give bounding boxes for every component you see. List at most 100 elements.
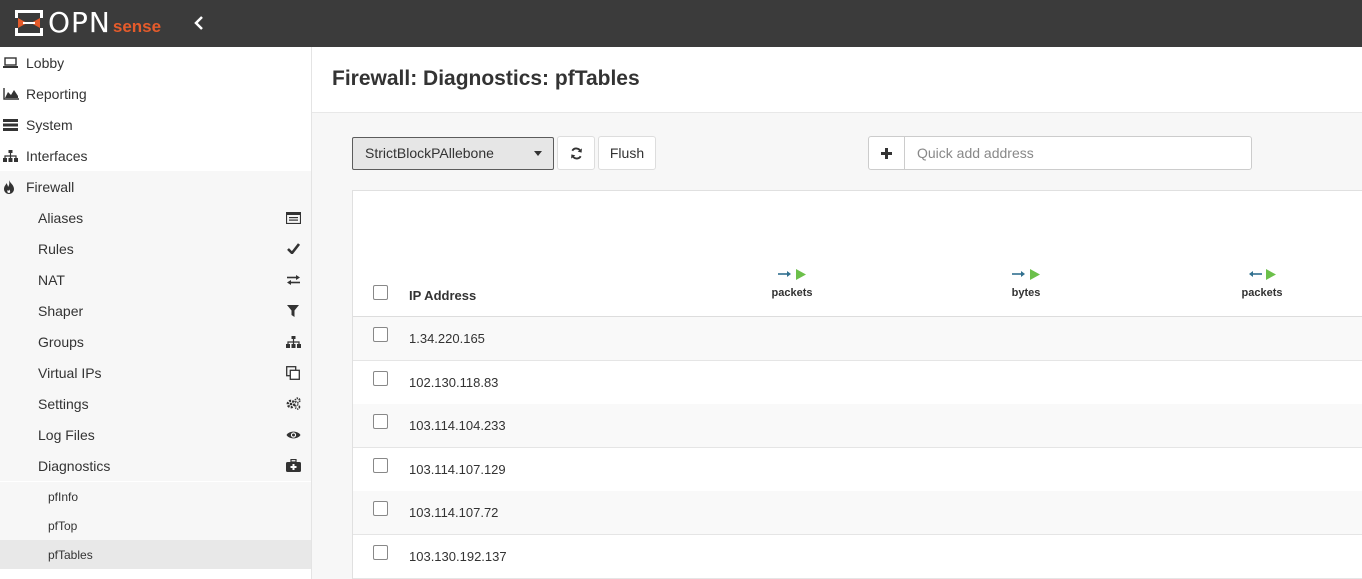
sidebar-item-firewall[interactable]: Firewall <box>0 171 311 202</box>
table-row: 103.130.192.137 <box>353 535 1362 579</box>
page-title: Firewall: Diagnostics: pfTables <box>332 67 640 90</box>
sidebar-item-label: Firewall <box>26 178 75 195</box>
sidebar-item-system[interactable]: System <box>0 109 311 140</box>
arrow-left-icon <box>1249 271 1262 277</box>
flush-button[interactable]: Flush <box>598 136 656 170</box>
sidebar-item-label: Lobby <box>26 54 65 71</box>
column-header-label: bytes <box>1011 287 1041 299</box>
sidebar-item-groups[interactable]: Groups <box>0 326 311 357</box>
sidebar-item-pftables[interactable]: pfTables <box>0 540 311 569</box>
sidebar: Lobby Reporting System Interfaces Firewa… <box>0 47 312 579</box>
sidebar-item-label: Rules <box>38 240 74 257</box>
table-header: IP Address packets bytes packets <box>353 191 1362 317</box>
ip-address-cell: 103.114.107.129 <box>409 462 506 477</box>
row-checkbox[interactable] <box>373 414 388 429</box>
area-chart-icon <box>0 87 26 100</box>
top-navbar: OPN sense <box>0 0 1362 47</box>
ip-address-cell: 1.34.220.165 <box>409 331 485 346</box>
ip-address-cell: 103.114.107.72 <box>409 505 499 520</box>
table-select-value: StrictBlockPAllebone <box>365 145 494 161</box>
sidebar-item-label: pfInfo <box>48 489 79 504</box>
check-icon <box>285 241 301 256</box>
arrow-right-icon <box>1012 271 1025 277</box>
sidebar-item-rules[interactable]: Rules <box>0 233 311 264</box>
exchange-icon <box>285 272 301 287</box>
column-header-label: packets <box>1241 287 1283 299</box>
fire-icon <box>0 179 26 194</box>
arrow-right-icon <box>778 271 791 277</box>
sidebar-item-label: Settings <box>38 395 89 412</box>
quick-add-button[interactable] <box>868 136 905 170</box>
brand-sense: sense <box>112 17 162 36</box>
column-header-in-bytes[interactable]: bytes <box>986 267 1066 299</box>
sidebar-item-virtual-ips[interactable]: Virtual IPs <box>0 357 311 388</box>
list-alt-icon <box>285 210 301 225</box>
sidebar-item-label: Reporting <box>26 85 87 102</box>
eye-icon <box>285 427 301 442</box>
server-icon <box>0 118 26 131</box>
row-checkbox[interactable] <box>373 327 388 342</box>
column-header-label: packets <box>771 287 813 299</box>
sitemap-icon <box>285 334 301 349</box>
ip-address-cell: 103.114.104.233 <box>409 418 506 433</box>
sidebar-item-interfaces[interactable]: Interfaces <box>0 140 311 171</box>
sidebar-item-log-files[interactable]: Log Files <box>0 419 311 450</box>
pf-table: IP Address packets bytes packets 1.34.22… <box>352 190 1362 579</box>
page-header: Firewall: Diagnostics: pfTables <box>312 47 1362 113</box>
row-checkbox[interactable] <box>373 371 388 386</box>
table-row: 1.34.220.165 <box>353 317 1362 361</box>
sidebar-item-label: Diagnostics <box>38 457 111 474</box>
sidebar-item-nat[interactable]: NAT <box>0 264 311 295</box>
sidebar-item-label: Aliases <box>38 209 84 226</box>
play-icon <box>1266 268 1276 280</box>
row-checkbox[interactable] <box>373 501 388 516</box>
sidebar-item-label: pfTop <box>48 518 78 533</box>
sidebar-item-label: Virtual IPs <box>38 364 102 381</box>
select-all-checkbox[interactable] <box>373 285 388 300</box>
opnsense-logo-icon <box>15 10 43 36</box>
brand-opn: OPN <box>48 6 111 39</box>
sidebar-item-aliases[interactable]: Aliases <box>0 202 311 233</box>
sidebar-item-pfinfo[interactable]: pfInfo <box>0 482 311 511</box>
table-row: 102.130.118.83 <box>353 361 1362 405</box>
sidebar-item-reporting[interactable]: Reporting <box>0 78 311 109</box>
column-header-out-packets[interactable]: packets <box>1222 267 1302 299</box>
filter-icon <box>285 303 301 318</box>
sidebar-item-diagnostics[interactable]: Diagnostics <box>0 450 311 481</box>
sidebar-item-label: NAT <box>38 271 65 288</box>
cogs-icon <box>285 396 301 411</box>
table-row: 103.114.107.72 <box>353 491 1362 535</box>
sidebar-item-label: pfTables <box>48 547 93 562</box>
caret-down-icon <box>534 151 542 156</box>
medkit-icon <box>285 458 301 473</box>
column-header-in-packets[interactable]: packets <box>752 267 832 299</box>
play-icon <box>796 268 806 280</box>
table-row: 103.114.107.129 <box>353 448 1362 492</box>
plus-icon <box>881 147 892 159</box>
quick-add-address-input[interactable] <box>904 136 1252 170</box>
ip-address-cell: 103.130.192.137 <box>409 549 507 564</box>
sidebar-item-label: Interfaces <box>26 147 88 164</box>
refresh-icon <box>570 147 582 159</box>
opnsense-logo[interactable]: OPN sense <box>14 6 161 40</box>
ip-address-cell: 102.130.118.83 <box>409 375 499 390</box>
refresh-button[interactable] <box>557 136 595 170</box>
sitemap-icon <box>0 149 26 162</box>
sidebar-item-pftop[interactable]: pfTop <box>0 511 311 540</box>
table-select-dropdown[interactable]: StrictBlockPAllebone <box>352 137 554 170</box>
sidebar-item-label: Groups <box>38 333 84 350</box>
sidebar-item-lobby[interactable]: Lobby <box>0 47 311 78</box>
sidebar-item-shaper[interactable]: Shaper <box>0 295 311 326</box>
row-checkbox[interactable] <box>373 458 388 473</box>
play-icon <box>1030 268 1040 280</box>
table-row: 103.114.104.233 <box>353 404 1362 448</box>
sidebar-collapse-chevron-left-icon[interactable] <box>190 14 208 32</box>
sidebar-item-label: Log Files <box>38 426 95 443</box>
row-checkbox[interactable] <box>373 545 388 560</box>
column-header-ip-address[interactable]: IP Address <box>409 288 476 303</box>
laptop-icon <box>0 56 26 69</box>
sidebar-item-label: System <box>26 116 73 133</box>
sidebar-item-label: Shaper <box>38 302 84 319</box>
clone-icon <box>285 365 301 380</box>
sidebar-item-settings[interactable]: Settings <box>0 388 311 419</box>
